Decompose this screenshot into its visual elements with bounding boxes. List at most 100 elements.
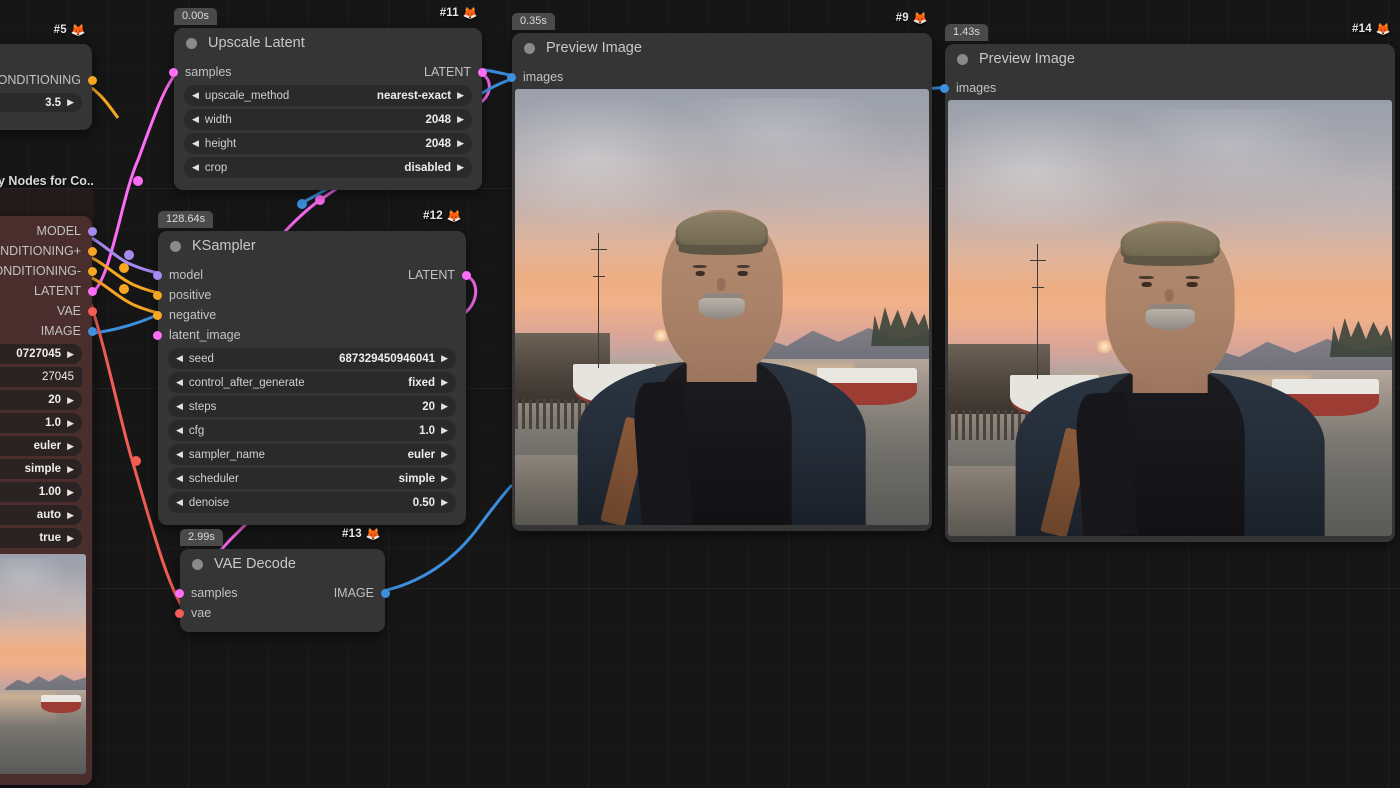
chevron-left-icon[interactable]: ◀ <box>176 474 183 483</box>
conditioning-port-icon[interactable] <box>88 247 97 256</box>
latent-port-icon[interactable] <box>462 271 471 280</box>
input-slot-positive[interactable]: positive <box>170 288 211 302</box>
chevron-right-icon[interactable]: ▶ <box>67 465 74 474</box>
widget-height[interactable]: ◀ height 2048 ▶ <box>184 133 472 154</box>
output-slot-row[interactable]: ONDITIONING <box>0 70 92 90</box>
output-slot-latent[interactable]: LATENT <box>424 65 470 79</box>
node-header[interactable]: Upscale Latent <box>174 28 482 58</box>
widget-seed[interactable]: 0727045 ▶ <box>0 344 82 364</box>
slot-row[interactable]: latent_image <box>158 325 466 345</box>
widget-sampler-name[interactable]: ◀ sampler_name euler ▶ <box>168 444 456 465</box>
widget-width[interactable]: ◀ width 2048 ▶ <box>184 109 472 130</box>
output-slot-row[interactable]: ONDITIONING- <box>0 261 92 281</box>
latent-port-icon[interactable] <box>169 68 178 77</box>
chevron-right-icon[interactable]: ▶ <box>67 511 74 520</box>
node-header[interactable]: KSampler <box>158 231 466 261</box>
latent-port-icon[interactable] <box>175 589 184 598</box>
output-slot-conditioning[interactable]: ONDITIONING <box>0 73 80 87</box>
slot-row[interactable]: samples LATENT <box>174 62 482 82</box>
output-slot-vae[interactable]: VAE <box>57 304 80 318</box>
node-5-partial[interactable]: #5 🦊 ONDITIONING 3.5 ▶ <box>0 44 92 130</box>
widget-steps[interactable]: 20 ▶ <box>0 390 82 410</box>
widget-cfg[interactable]: ◀ cfg 1.0 ▶ <box>168 420 456 441</box>
slot-row[interactable]: negative <box>158 305 466 325</box>
chevron-left-icon[interactable]: ◀ <box>176 498 183 507</box>
chevron-right-icon[interactable]: ▶ <box>441 354 448 363</box>
chevron-right-icon[interactable]: ▶ <box>457 91 464 100</box>
widget-steps[interactable]: ◀ steps 20 ▶ <box>168 396 456 417</box>
chevron-left-icon[interactable]: ◀ <box>176 426 183 435</box>
chevron-right-icon[interactable]: ▶ <box>441 378 448 387</box>
chevron-right-icon[interactable]: ▶ <box>441 498 448 507</box>
left-partial-node[interactable]: MODEL ONDITIONING+ ONDITIONING- LATENT <box>0 216 92 785</box>
collapse-dot-icon[interactable] <box>186 38 197 49</box>
image-preview-widget[interactable] <box>0 554 86 774</box>
chevron-left-icon[interactable]: ◀ <box>176 450 183 459</box>
chevron-right-icon[interactable]: ▶ <box>67 488 74 497</box>
slot-row[interactable]: model LATENT <box>158 265 466 285</box>
collapse-dot-icon[interactable] <box>524 43 535 54</box>
slot-row[interactable]: positive <box>158 285 466 305</box>
conditioning-port-icon[interactable] <box>153 291 162 300</box>
output-slot-latent[interactable]: LATENT <box>408 268 454 282</box>
output-slot-row[interactable]: LATENT <box>0 281 92 301</box>
widget-control-after-generate[interactable]: ◀ control_after_generate fixed ▶ <box>168 372 456 393</box>
image-port-icon[interactable] <box>381 589 390 598</box>
widget-cfg[interactable]: 3.5 ▶ <box>0 93 82 112</box>
node-vae-decode[interactable]: 2.99s #13 🦊 VAE Decode samples IMAGE <box>180 549 385 632</box>
chevron-right-icon[interactable]: ▶ <box>441 402 448 411</box>
latent-port-icon[interactable] <box>153 331 162 340</box>
chevron-right-icon[interactable]: ▶ <box>67 419 74 428</box>
chevron-left-icon[interactable]: ◀ <box>192 163 199 172</box>
output-slot-row[interactable]: IMAGE <box>0 321 92 341</box>
input-slot-images[interactable]: images <box>957 81 996 95</box>
vae-port-icon[interactable] <box>88 307 97 316</box>
input-slot-samples[interactable]: samples <box>192 586 238 600</box>
workflow-canvas[interactable]: y Nodes for Co.. <box>0 0 1400 788</box>
chevron-left-icon[interactable]: ◀ <box>176 402 183 411</box>
image-port-icon[interactable] <box>88 327 97 336</box>
widget-seed[interactable]: ◀ seed 687329450946041 ▶ <box>168 348 456 369</box>
collapse-dot-icon[interactable] <box>170 241 181 252</box>
output-slot-conditioning-positive[interactable]: ONDITIONING+ <box>0 244 80 258</box>
widget-crop[interactable]: ◀ crop disabled ▶ <box>184 157 472 178</box>
output-slot-row[interactable]: MODEL <box>0 221 92 241</box>
collapse-dot-icon[interactable] <box>957 54 968 65</box>
chevron-right-icon[interactable]: ▶ <box>457 115 464 124</box>
vae-port-icon[interactable] <box>175 609 184 618</box>
input-slot-model[interactable]: model <box>170 268 203 282</box>
widget-scheduler[interactable]: simple ▶ <box>0 459 82 479</box>
chevron-left-icon[interactable]: ◀ <box>176 354 183 363</box>
model-port-icon[interactable] <box>88 227 97 236</box>
output-slot-latent[interactable]: LATENT <box>34 284 80 298</box>
input-slot-latent-image[interactable]: latent_image <box>170 328 241 342</box>
output-slot-row[interactable]: VAE <box>0 301 92 321</box>
widget-scheduler[interactable]: ◀ scheduler simple ▶ <box>168 468 456 489</box>
slot-row[interactable]: vae <box>180 603 385 623</box>
model-port-icon[interactable] <box>153 271 162 280</box>
node-header[interactable]: Preview Image <box>512 33 932 63</box>
widget-seed-readout[interactable]: 27045 <box>0 367 82 387</box>
node-header[interactable]: VAE Decode <box>180 549 385 579</box>
output-slot-conditioning-negative[interactable]: ONDITIONING- <box>0 264 80 278</box>
conditioning-port-icon[interactable] <box>88 76 97 85</box>
chevron-left-icon[interactable]: ◀ <box>192 91 199 100</box>
widget-denoise[interactable]: ◀ denoise 0.50 ▶ <box>168 492 456 513</box>
input-slot-vae[interactable]: vae <box>192 606 211 620</box>
slot-row[interactable]: samples IMAGE <box>180 583 385 603</box>
chevron-left-icon[interactable]: ◀ <box>192 115 199 124</box>
chevron-right-icon[interactable]: ▶ <box>67 350 74 359</box>
image-preview-widget[interactable] <box>515 89 929 525</box>
collapse-dot-icon[interactable] <box>192 559 203 570</box>
latent-port-icon[interactable] <box>478 68 487 77</box>
output-slot-model[interactable]: MODEL <box>37 224 80 238</box>
input-slot-images[interactable]: images <box>524 70 563 84</box>
chevron-right-icon[interactable]: ▶ <box>67 534 74 543</box>
latent-port-icon[interactable] <box>88 287 97 296</box>
output-slot-row[interactable]: ONDITIONING+ <box>0 241 92 261</box>
chevron-right-icon[interactable]: ▶ <box>457 163 464 172</box>
image-port-icon[interactable] <box>507 73 516 82</box>
output-slot-image[interactable]: IMAGE <box>334 586 373 600</box>
image-port-icon[interactable] <box>940 84 949 93</box>
node-preview-image-14[interactable]: 1.43s #14 🦊 Preview Image images <box>945 44 1395 542</box>
